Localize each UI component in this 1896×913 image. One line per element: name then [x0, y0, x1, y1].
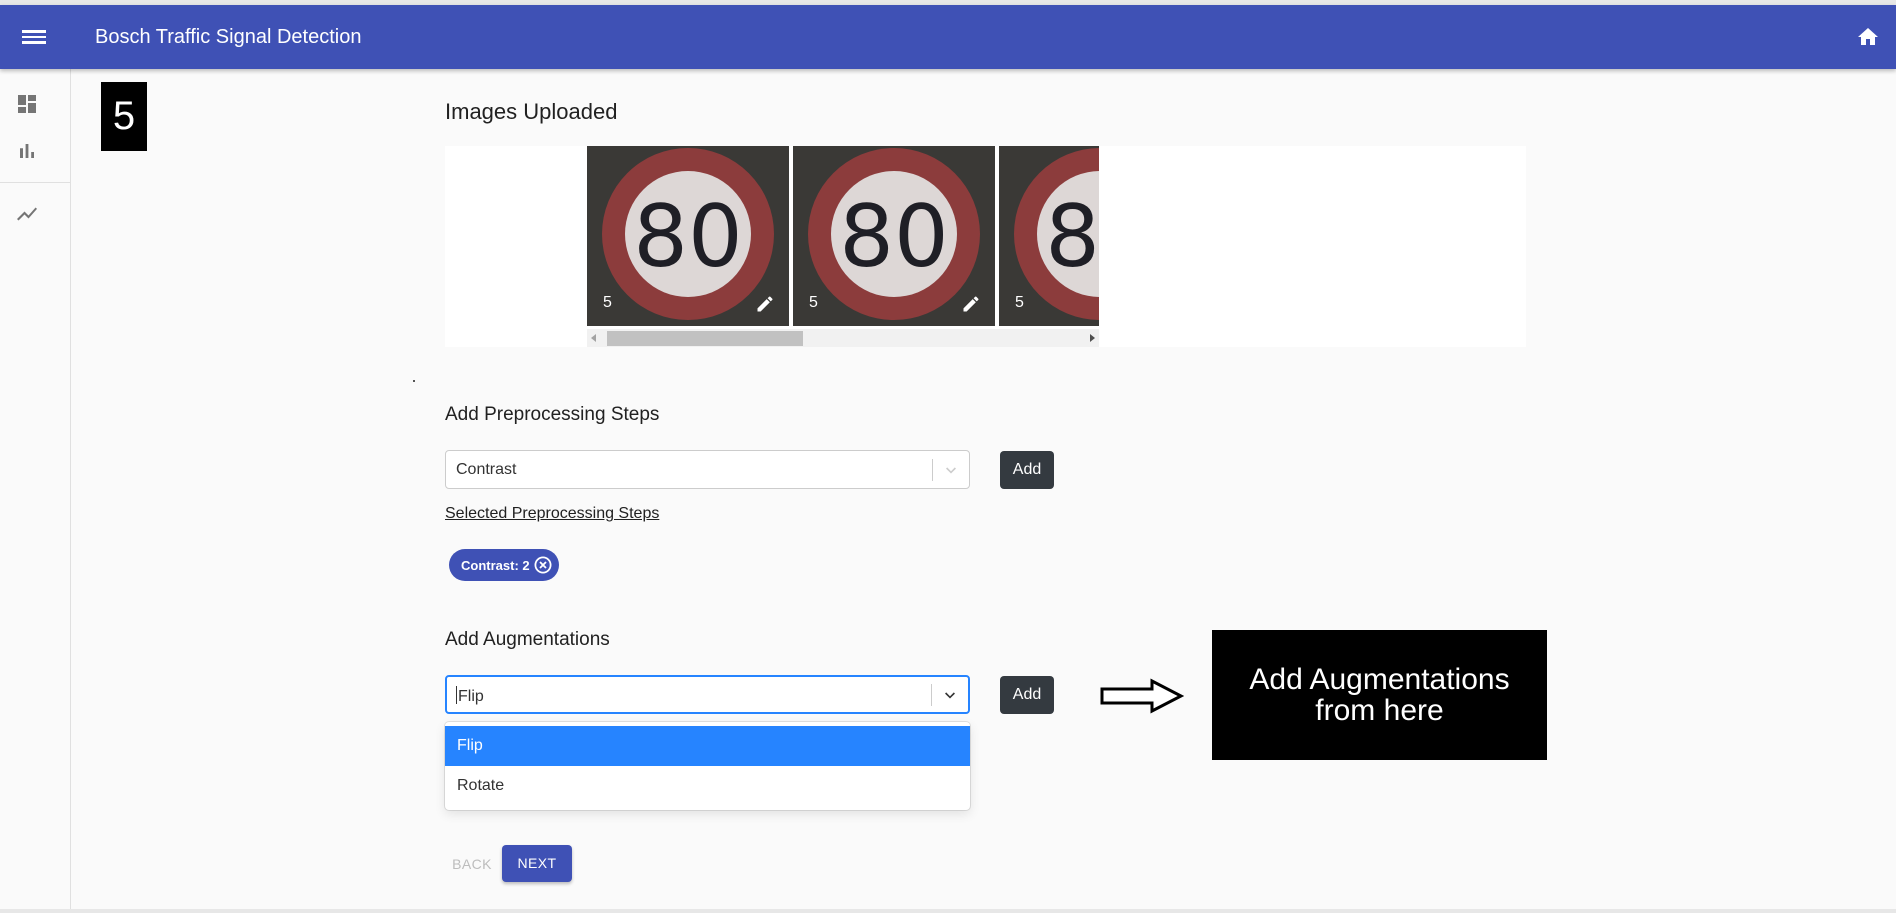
dashboard-icon[interactable]	[15, 92, 39, 116]
stray-dot	[413, 380, 415, 382]
text-caret	[456, 686, 457, 704]
augmentations-title: Add Augmentations	[445, 629, 610, 650]
app-title: Bosch Traffic Signal Detection	[95, 26, 362, 48]
option-flip[interactable]: Flip	[445, 726, 970, 766]
callout-annotation: Add Augmentations from here	[1212, 630, 1547, 760]
gallery-scrollbar[interactable]	[587, 329, 1099, 347]
selected-preprocessing-title[interactable]: Selected Preprocessing Steps	[445, 505, 659, 523]
option-rotate[interactable]: Rotate	[445, 766, 970, 806]
chevron-down-icon[interactable]	[943, 462, 959, 478]
image-label: 5	[603, 294, 612, 311]
augmentations-select-text: Flip	[458, 688, 484, 705]
preprocessing-title: Add Preprocessing Steps	[445, 404, 660, 425]
preprocessing-select[interactable]: Contrast	[445, 450, 970, 489]
pencil-icon[interactable]	[961, 294, 981, 314]
back-button[interactable]: BACK	[440, 846, 504, 882]
add-preprocessing-button[interactable]: Add	[1000, 451, 1054, 489]
images-section-title: Images Uploaded	[445, 99, 618, 124]
chevron-down-icon[interactable]	[942, 687, 958, 703]
preprocessing-chip: Contrast: 2	[449, 549, 559, 581]
sidebar-divider	[0, 182, 70, 183]
bar-chart-icon[interactable]	[15, 139, 39, 163]
preprocessing-select-value: Contrast	[456, 461, 517, 478]
image-label: 5	[1015, 294, 1024, 311]
chip-label: Contrast: 2	[461, 558, 530, 573]
sign-text: 80	[633, 187, 742, 287]
next-button[interactable]: NEXT	[502, 845, 572, 882]
home-icon[interactable]	[1856, 25, 1880, 49]
augmentations-select[interactable]: Flip	[445, 675, 970, 714]
image-gallery: 80 5 80 5 80 5	[587, 146, 1099, 347]
sign-text: 80	[839, 187, 948, 287]
image-tile[interactable]: 80 5	[793, 146, 995, 326]
menu-icon[interactable]	[22, 27, 46, 47]
step-badge: 5	[101, 82, 147, 151]
scroll-right-icon[interactable]	[1090, 334, 1095, 342]
cancel-circle-icon[interactable]	[533, 555, 553, 575]
select-separator	[932, 459, 933, 481]
image-tile[interactable]: 80 5	[587, 146, 789, 326]
sidebar	[0, 69, 71, 913]
scrollbar-thumb[interactable]	[607, 331, 803, 346]
app-bar: Bosch Traffic Signal Detection	[0, 5, 1896, 69]
window-bottom-edge	[0, 909, 1896, 913]
scroll-left-icon[interactable]	[591, 334, 596, 342]
add-augmentation-button[interactable]: Add	[1000, 676, 1054, 714]
select-separator	[931, 684, 932, 706]
pencil-icon[interactable]	[755, 294, 775, 314]
augmentations-dropdown-menu: Flip Rotate	[445, 722, 970, 810]
line-chart-icon[interactable]	[15, 202, 39, 226]
augmentations-select-value: Flip	[456, 686, 484, 706]
sign-text: 80	[1045, 187, 1099, 287]
arrow-right-icon	[1100, 678, 1184, 714]
image-label: 5	[809, 294, 818, 311]
speed-sign-image: 80	[999, 146, 1099, 326]
image-tile[interactable]: 80 5	[999, 146, 1099, 326]
